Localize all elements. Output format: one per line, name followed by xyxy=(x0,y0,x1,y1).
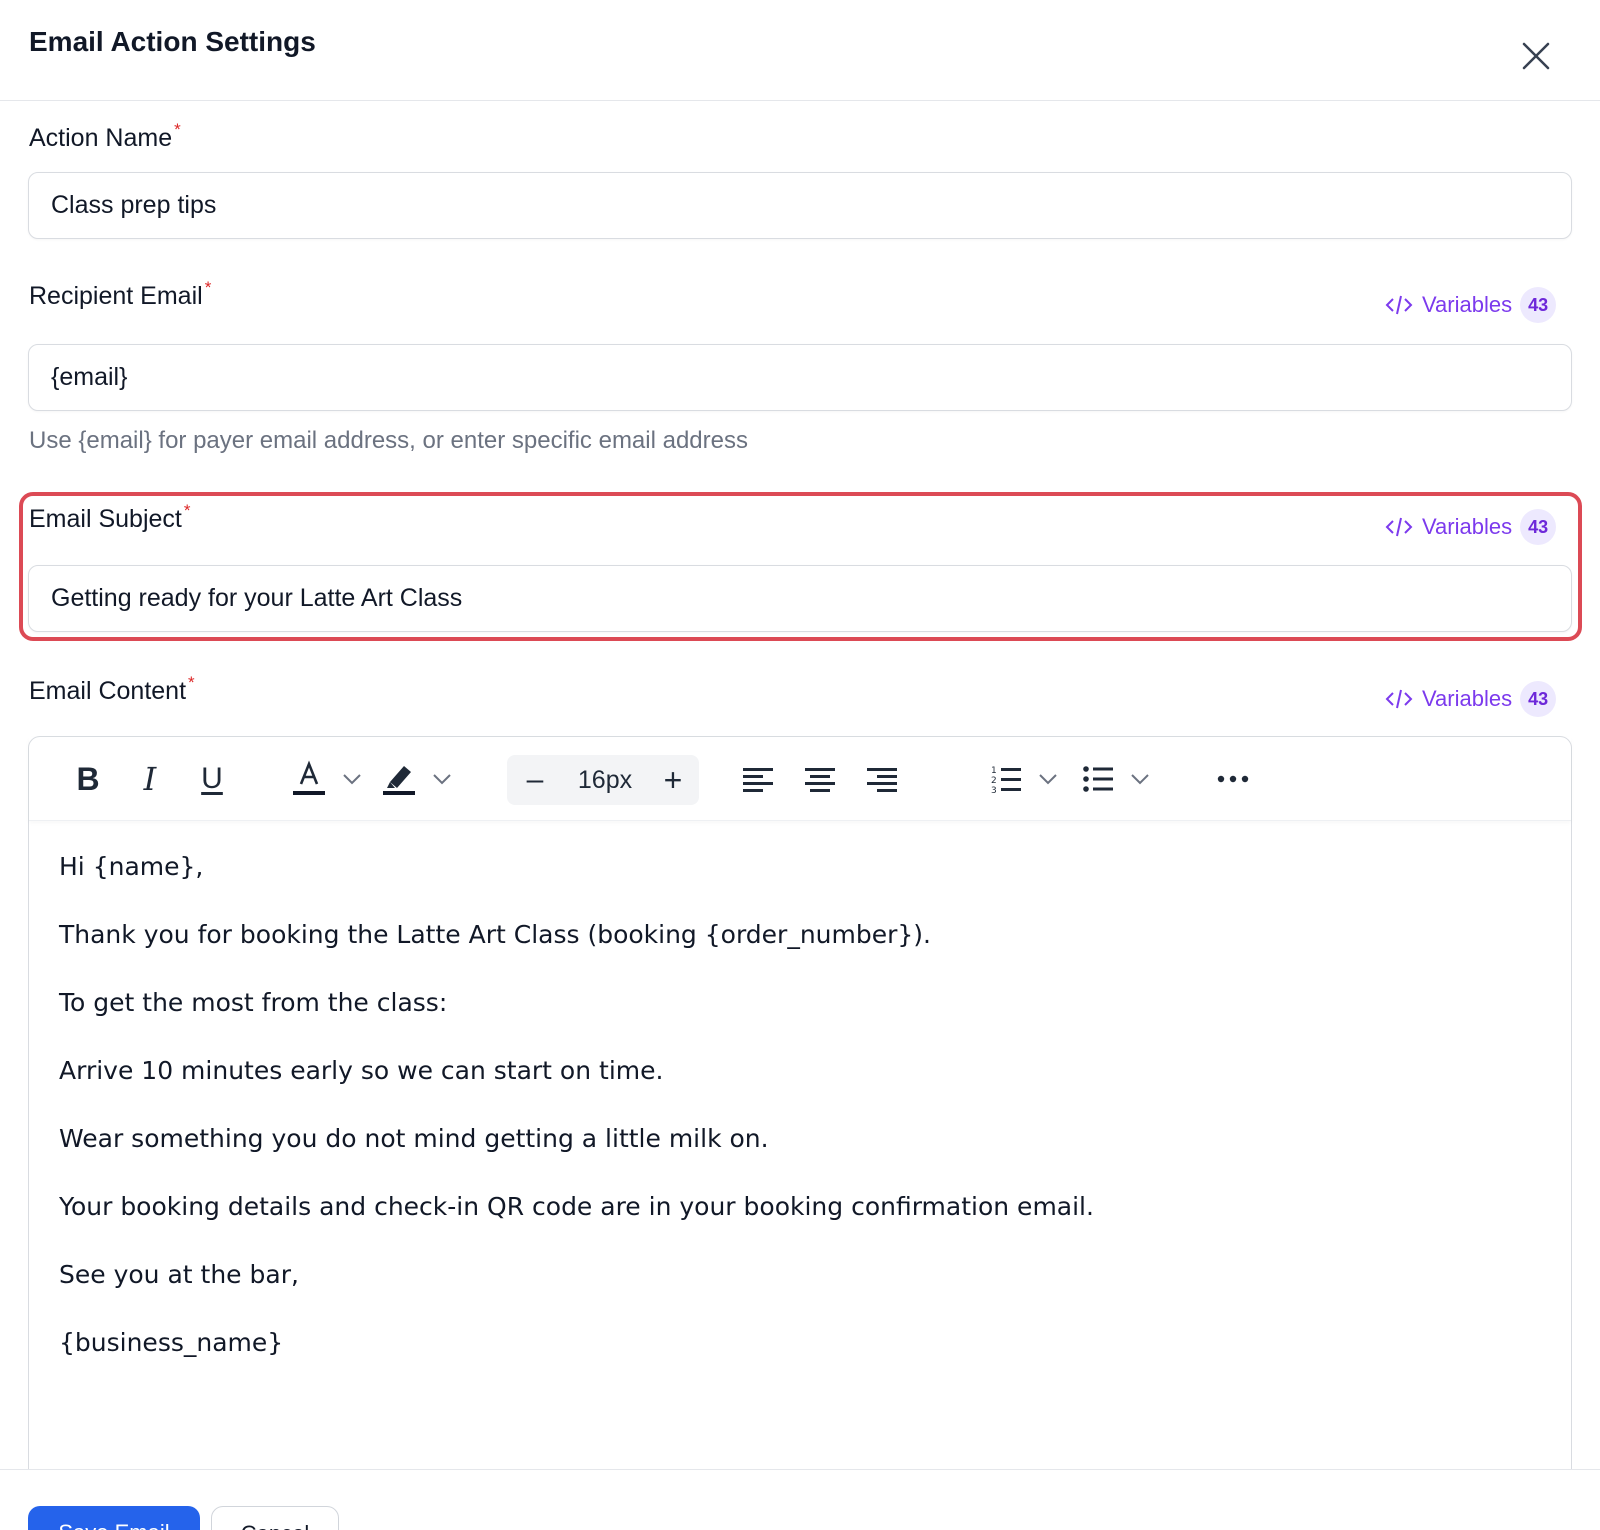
editor-toolbar: B I U – 16px + 123 xyxy=(29,737,1571,821)
subject-variables-button[interactable]: Variables 43 xyxy=(1384,509,1557,545)
chevron-down-icon xyxy=(343,774,361,785)
bullet-list-dropdown[interactable] xyxy=(1129,757,1151,801)
dialog-title: Email Action Settings xyxy=(29,26,316,57)
content-paragraph: {business_name} xyxy=(59,1328,284,1357)
action-name-input[interactable] xyxy=(28,172,1572,239)
underline-button[interactable]: U xyxy=(189,757,235,801)
save-button[interactable]: Save Email xyxy=(28,1506,200,1530)
action-name-label: Action Name * xyxy=(29,120,181,152)
recipient-variables-button[interactable]: Variables 43 xyxy=(1384,287,1557,323)
chevron-down-icon xyxy=(1131,774,1149,785)
text-color-icon xyxy=(293,760,325,795)
italic-button[interactable]: I xyxy=(127,757,173,801)
required-marker: * xyxy=(174,120,181,139)
variables-label: Variables xyxy=(1422,292,1513,317)
content-paragraph: Wear something you do not mind getting a… xyxy=(59,1124,769,1153)
align-right-icon xyxy=(867,768,897,792)
font-size-increase-button[interactable]: + xyxy=(651,755,695,805)
align-center-button[interactable] xyxy=(803,757,837,801)
recipient-email-hint: Use {email} for payer email address, or … xyxy=(29,427,748,454)
svg-text:2: 2 xyxy=(991,776,997,786)
chevron-down-icon xyxy=(433,774,451,785)
variables-count-badge: 43 xyxy=(1520,287,1557,323)
content-paragraph: Hi {name}, xyxy=(59,852,204,881)
highlight-button[interactable] xyxy=(381,757,417,801)
numbered-list-icon: 123 xyxy=(991,766,1021,794)
email-subject-label: Email Subject * xyxy=(29,501,191,533)
cancel-button[interactable]: Cancel xyxy=(211,1506,339,1530)
highlight-dropdown[interactable] xyxy=(431,757,453,801)
email-subject-input[interactable] xyxy=(28,565,1572,632)
variables-label: Variables xyxy=(1422,686,1513,711)
align-center-icon xyxy=(805,768,835,792)
highlight-icon xyxy=(383,766,415,795)
svg-text:1: 1 xyxy=(991,766,997,776)
svg-text:3: 3 xyxy=(991,786,997,794)
numbered-list-button[interactable]: 123 xyxy=(989,757,1023,801)
font-size-value: 16px xyxy=(577,765,633,794)
align-left-button[interactable] xyxy=(741,757,775,801)
content-paragraph: Thank you for booking the Latte Art Clas… xyxy=(59,920,931,949)
bold-button[interactable]: B xyxy=(65,757,111,801)
bullet-list-icon xyxy=(1083,766,1113,792)
text-color-dropdown[interactable] xyxy=(341,757,363,801)
content-variables-button[interactable]: Variables 43 xyxy=(1384,681,1557,717)
dialog-header: Email Action Settings xyxy=(0,0,1600,101)
required-marker: * xyxy=(188,673,195,692)
font-size-control: – 16px + xyxy=(507,755,699,805)
more-icon xyxy=(1217,775,1249,783)
rich-text-editor: B I U – 16px + 123 Hi {name}, Thank you … xyxy=(28,736,1572,1530)
dialog-footer: Save Email Cancel xyxy=(0,1469,1600,1530)
variables-count-badge: 43 xyxy=(1520,509,1557,545)
content-paragraph: To get the most from the class: xyxy=(59,988,448,1017)
variables-label: Variables xyxy=(1422,514,1513,539)
required-marker: * xyxy=(204,278,212,297)
text-color-button[interactable] xyxy=(291,757,327,801)
close-icon xyxy=(1522,42,1550,70)
font-size-decrease-button[interactable]: – xyxy=(513,755,557,805)
content-paragraph: See you at the bar, xyxy=(59,1260,299,1289)
code-icon xyxy=(1384,293,1414,317)
variables-count-badge: 43 xyxy=(1520,681,1557,717)
numbered-list-dropdown[interactable] xyxy=(1037,757,1059,801)
more-options-button[interactable] xyxy=(1213,757,1253,801)
code-icon xyxy=(1384,687,1414,711)
email-content-label: Email Content * xyxy=(29,673,195,705)
recipient-email-label: Recipient Email * xyxy=(29,278,212,310)
content-paragraph: Your booking details and check-in QR cod… xyxy=(59,1192,1094,1221)
bullet-list-button[interactable] xyxy=(1081,757,1115,801)
editor-content[interactable]: Hi {name}, Thank you for booking the Lat… xyxy=(59,847,1539,1391)
content-paragraph: Arrive 10 minutes early so we can start … xyxy=(59,1056,664,1085)
close-button[interactable] xyxy=(1518,38,1554,74)
align-right-button[interactable] xyxy=(865,757,899,801)
chevron-down-icon xyxy=(1039,774,1057,785)
align-left-icon xyxy=(743,768,773,792)
recipient-email-input[interactable] xyxy=(28,344,1572,411)
required-marker: * xyxy=(183,501,191,520)
code-icon xyxy=(1384,515,1414,539)
